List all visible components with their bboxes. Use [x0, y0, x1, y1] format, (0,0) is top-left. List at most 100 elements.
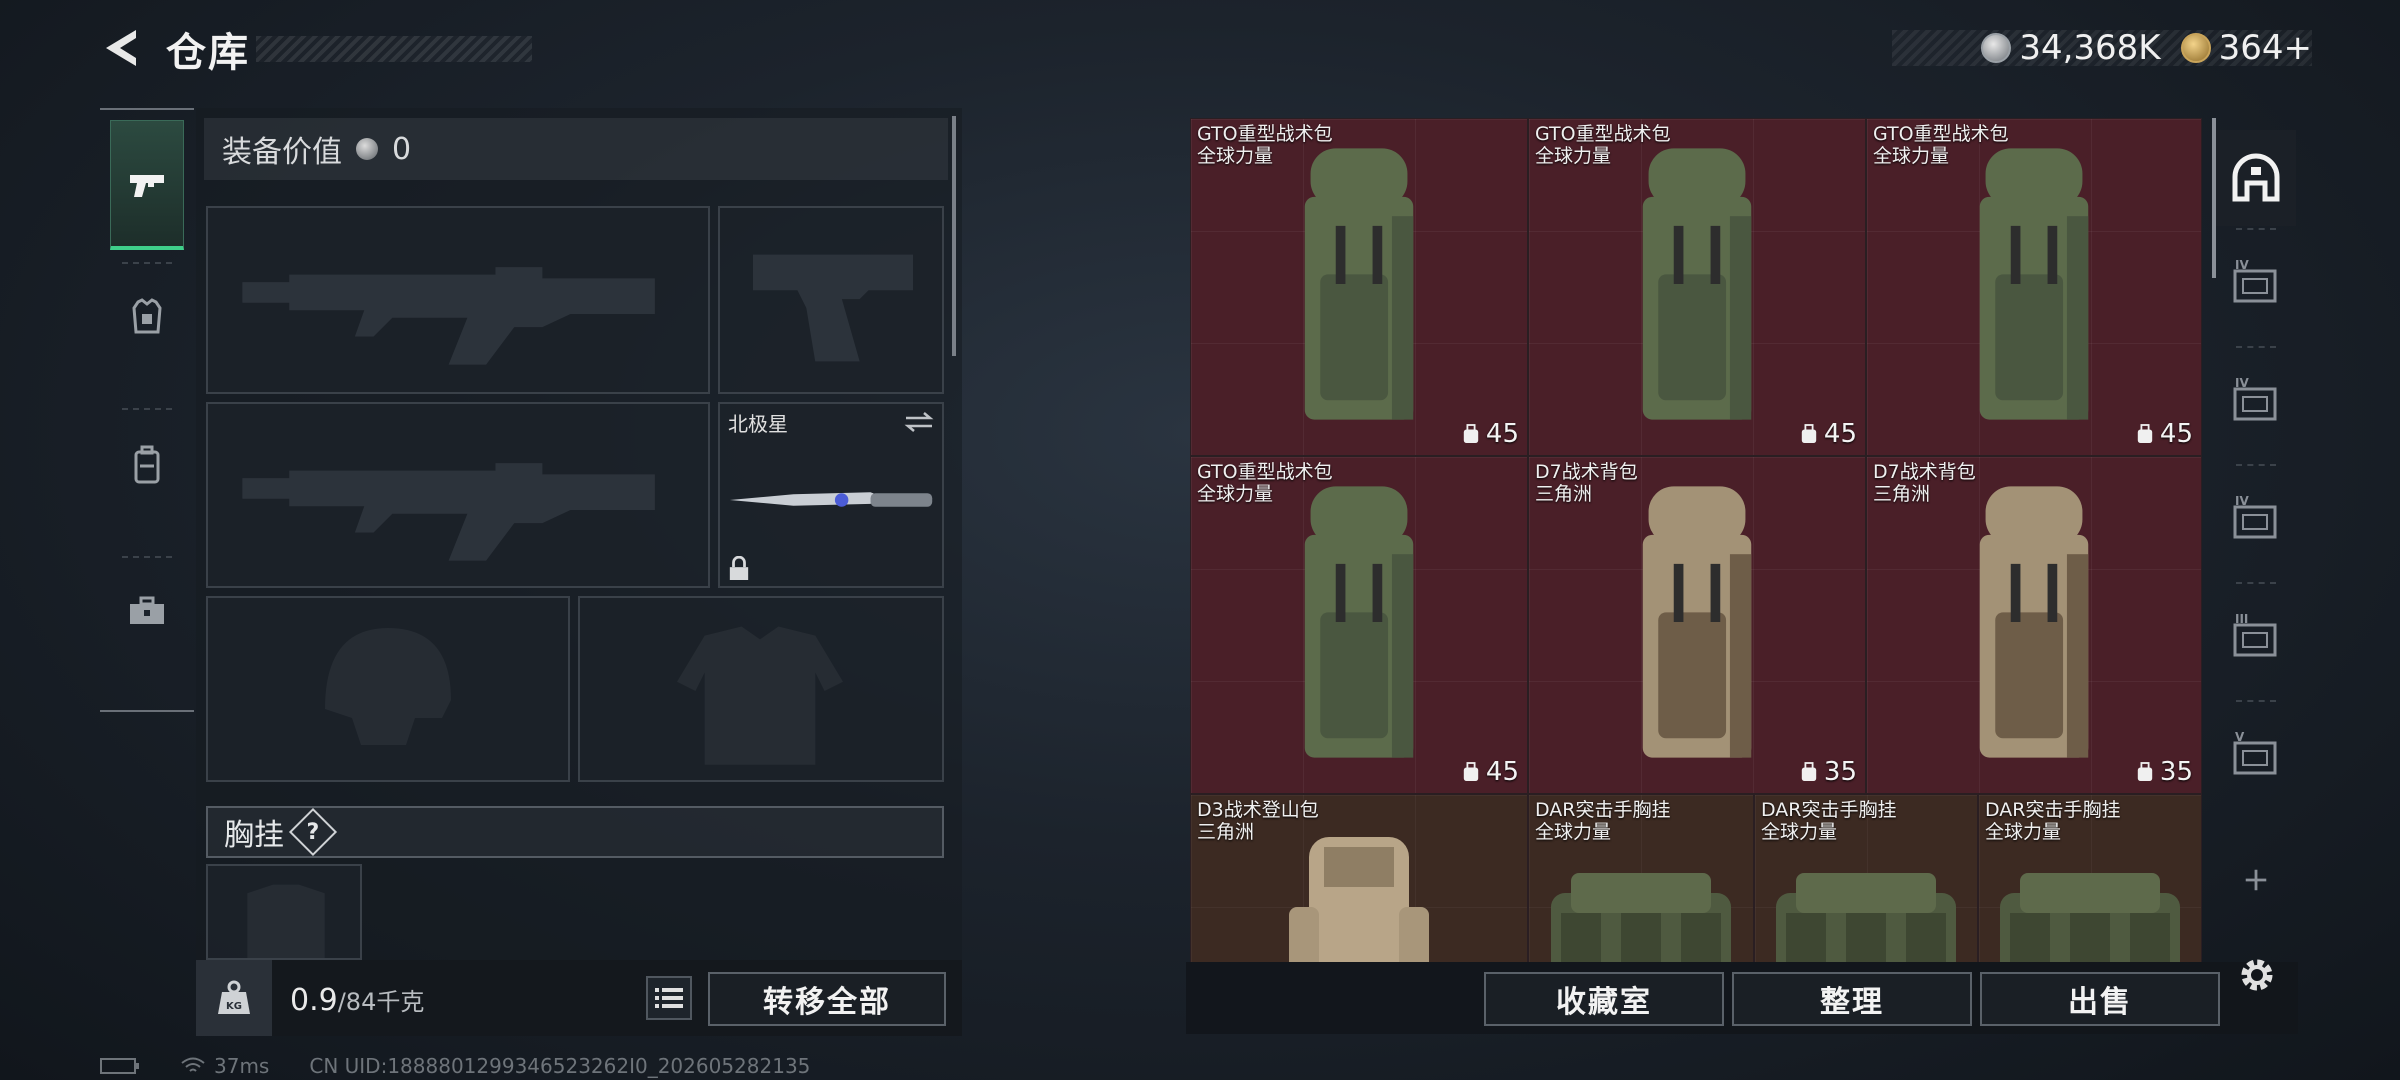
settings-button[interactable]	[2234, 952, 2280, 998]
item-name: DAR突击手胸挂 全球力量	[1761, 799, 1897, 843]
wifi-icon	[181, 1057, 205, 1072]
organize-button[interactable]: 整理	[1732, 972, 1972, 1026]
item-card[interactable]: D7战术背包 三角洲 35	[1528, 456, 1866, 794]
storage-box-icon: IV	[2233, 258, 2277, 303]
item-card[interactable]: D3战术登山包 三角洲	[1190, 794, 1528, 962]
armor-silhouette-icon	[677, 626, 843, 765]
item-capacity: 45	[1462, 757, 1519, 787]
item-card[interactable]: DAR突击手胸挂 全球力量	[1754, 794, 1978, 962]
pistol-silhouette-icon	[753, 254, 913, 362]
settings-icon	[2241, 959, 2273, 991]
svg-text:V: V	[2235, 730, 2245, 744]
helmet-silhouette-icon	[325, 628, 451, 745]
helmet-slot[interactable]	[206, 596, 570, 782]
item-name: GTO重型战术包 全球力量	[1873, 123, 2009, 167]
capacity-text: 0.9/84千克	[290, 982, 424, 1018]
scrollbar[interactable]	[952, 116, 956, 356]
item-card[interactable]: GTO重型战术包 全球力量 45	[1190, 456, 1528, 794]
rifle-silhouette-icon	[242, 463, 655, 561]
tab-storage-main[interactable]	[2216, 130, 2296, 226]
tab-weapons[interactable]	[110, 120, 184, 250]
gold-coin-icon	[2180, 33, 2211, 63]
armor-icon	[132, 298, 162, 334]
tab-storage-4[interactable]: III	[2216, 588, 2296, 688]
tab-storage-5[interactable]: V	[2216, 706, 2296, 806]
pistol-slot[interactable]	[718, 206, 944, 394]
equipment-value-amount: 0	[392, 131, 412, 167]
item-image	[1541, 843, 1741, 962]
body-armor-slot[interactable]	[578, 596, 944, 782]
item-card[interactable]: GTO重型战术包 全球力量 45	[1866, 118, 2202, 456]
secondary-weapon-slot[interactable]	[206, 402, 710, 588]
backpack-icon	[134, 445, 160, 484]
back-arrow-icon	[106, 30, 136, 66]
item-name: GTO重型战术包 全球力量	[1197, 123, 1333, 167]
primary-weapon-slot[interactable]	[206, 206, 710, 394]
ping: 37ms	[214, 1054, 270, 1078]
item-card[interactable]: DAR突击手胸挂 全球力量	[1528, 794, 1754, 962]
gold-amount: 364+	[2218, 28, 2312, 68]
item-capacity: 45	[1800, 419, 1857, 449]
item-image	[1289, 129, 1429, 443]
silver-coin-icon	[1981, 33, 2012, 63]
silver-currency[interactable]: 34,368K	[1981, 28, 2161, 68]
tab-armor[interactable]	[110, 272, 184, 362]
storage-box-icon: IV	[2233, 494, 2277, 539]
chest-rig-label: 胸挂	[224, 818, 284, 853]
svg-text:KG: KG	[226, 1001, 242, 1012]
currency-bar: 34,368K 364+	[1892, 28, 2312, 68]
item-name: DAR突击手胸挂 全球力量	[1535, 799, 1671, 843]
item-image	[1289, 467, 1429, 781]
silver-amount: 34,368K	[2019, 28, 2161, 68]
capacity-current: 0.9	[290, 983, 338, 1018]
collection-button[interactable]: 收藏室	[1484, 972, 1724, 1026]
svg-text:IV: IV	[2235, 494, 2249, 508]
back-button[interactable]	[100, 24, 148, 72]
silver-coin-icon	[356, 138, 378, 160]
item-image	[1627, 467, 1767, 781]
item-name: D7战术背包 三角洲	[1873, 461, 1976, 505]
svg-text:IV: IV	[2235, 258, 2249, 272]
svg-text:III: III	[2235, 612, 2248, 626]
backpack-icon	[1463, 424, 1479, 443]
list-icon	[655, 988, 683, 1008]
weight-icon-box: KG	[196, 960, 272, 1036]
backpack-icon	[1463, 762, 1479, 781]
item-grid: GTO重型战术包 全球力量 45 GTO重型战术包 全球力量 45 GTO重型战术包 全球力量…	[1190, 118, 2202, 962]
storage-box-icon: V	[2233, 730, 2277, 775]
item-image	[1766, 843, 1966, 962]
weight-icon: KG	[218, 980, 250, 1014]
item-card[interactable]: GTO重型战术包 全球力量 45	[1528, 118, 1866, 456]
item-card[interactable]: GTO重型战术包 全球力量 45	[1190, 118, 1528, 456]
item-image	[1627, 129, 1767, 443]
item-card[interactable]: DAR突击手胸挂 全球力量	[1978, 794, 2202, 962]
list-view-button[interactable]	[646, 976, 692, 1020]
tab-backpack[interactable]	[110, 420, 184, 510]
network-status: 37ms	[180, 1054, 269, 1078]
backpack-icon	[1801, 424, 1817, 443]
tab-tools[interactable]	[110, 566, 184, 656]
melee-slot[interactable]: 北极星	[718, 402, 944, 588]
help-icon[interactable]: ?	[288, 807, 338, 857]
transfer-all-button[interactable]: 转移全部	[708, 972, 946, 1026]
tab-storage-2[interactable]: IV	[2216, 352, 2296, 452]
knife-image	[729, 492, 933, 507]
item-name: D3战术登山包 三角洲	[1197, 799, 1319, 843]
add-tab-button[interactable]	[2216, 850, 2296, 910]
item-card[interactable]: D7战术背包 三角洲 35	[1866, 456, 2202, 794]
item-capacity: 45	[1462, 419, 1519, 449]
pistol-icon	[130, 174, 164, 197]
tab-storage-3[interactable]: IV	[2216, 470, 2296, 570]
swap-icon[interactable]	[904, 410, 934, 434]
item-image	[1964, 129, 2104, 443]
status-bar: 37ms CN UID:1888801299346523262I0_202605…	[100, 1054, 810, 1078]
gold-currency[interactable]: 364+	[2180, 28, 2312, 68]
chest-rig-header: 胸挂 ?	[206, 806, 944, 858]
user-uid: CN UID:1888801299346523262I0_20260528213…	[309, 1054, 811, 1078]
tab-storage-1[interactable]: IV	[2216, 234, 2296, 334]
sell-button[interactable]: 出售	[1980, 972, 2220, 1026]
toolbox-icon	[130, 596, 164, 624]
page-title: 仓库	[166, 30, 250, 76]
chest-rig-slot[interactable]	[206, 864, 362, 960]
item-image	[1990, 843, 2190, 962]
